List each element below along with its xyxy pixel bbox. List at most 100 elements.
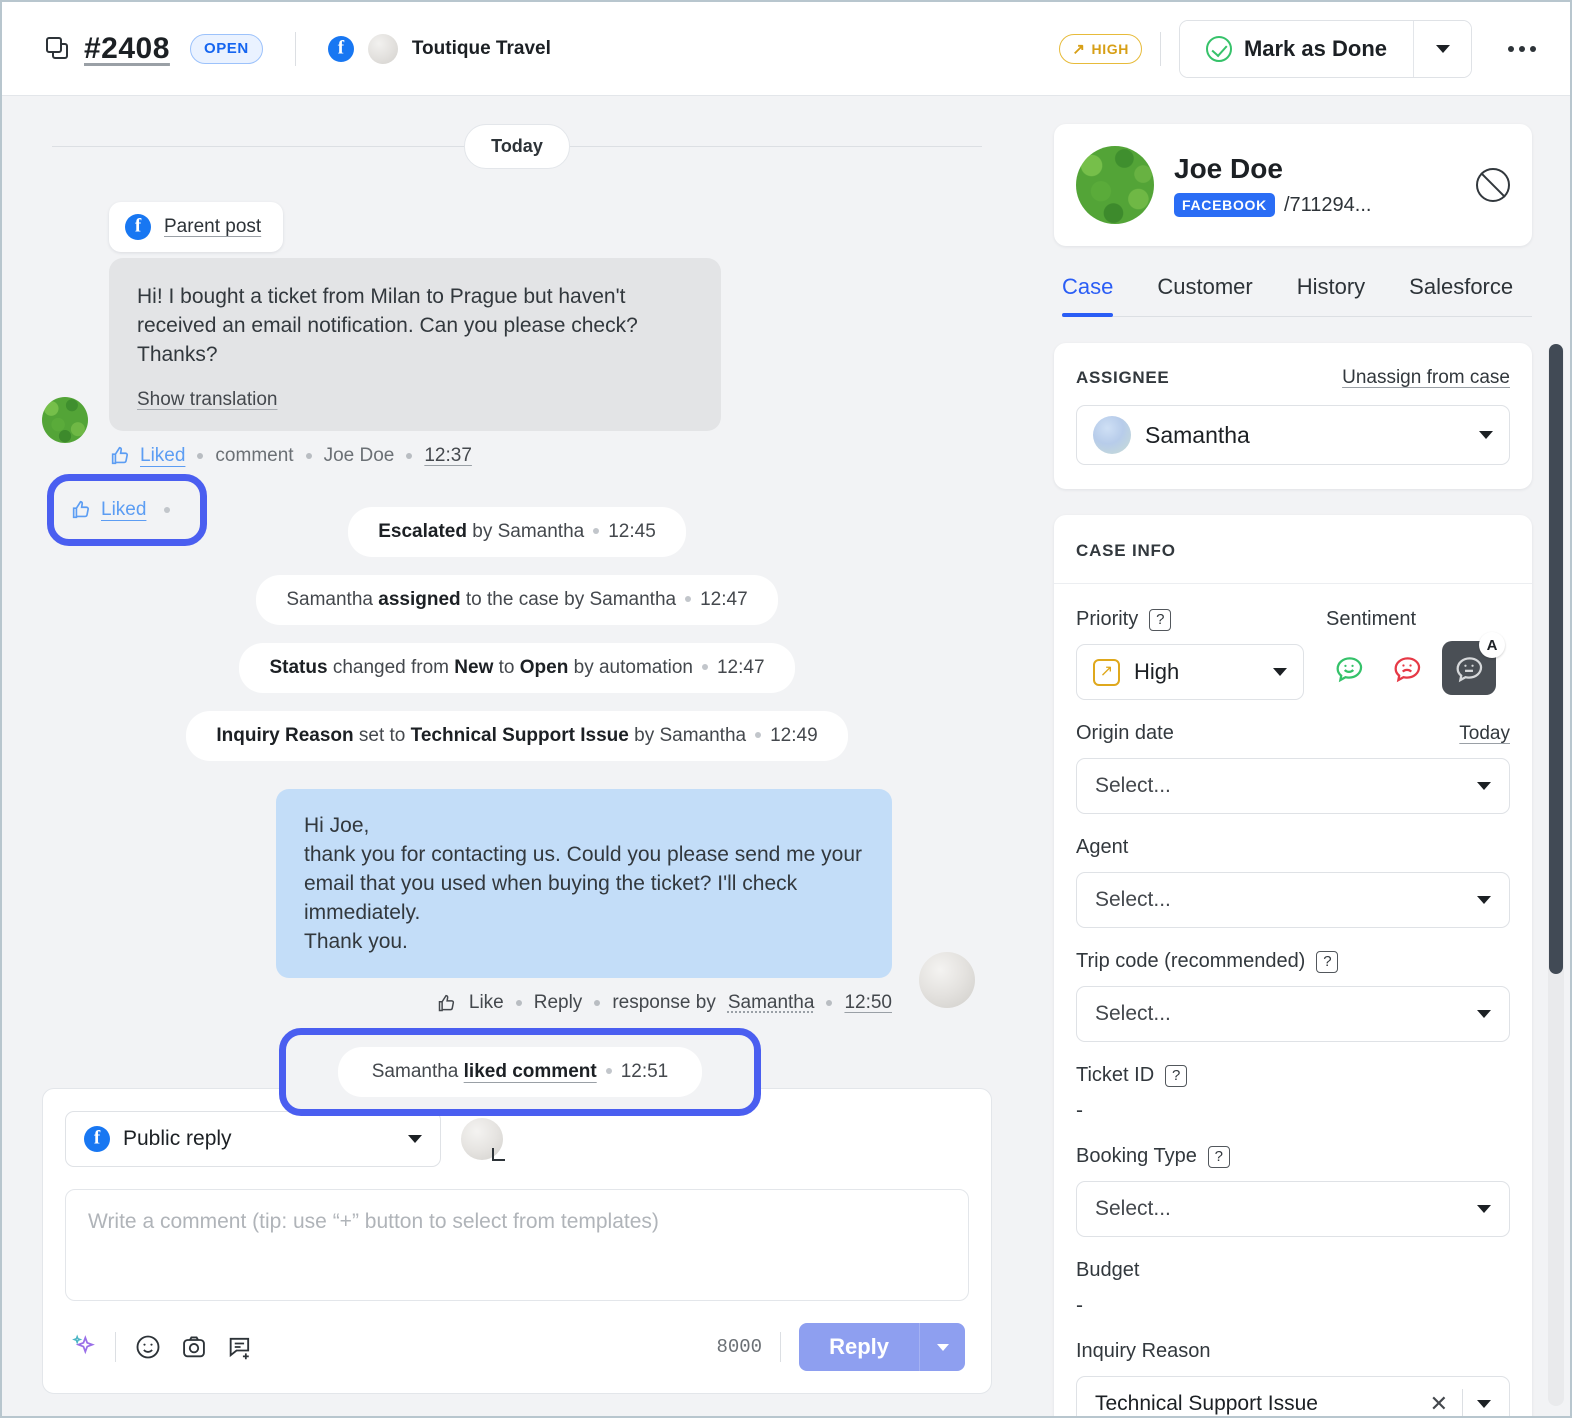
mark-as-done-button[interactable]: Mark as Done [1180,21,1413,77]
highlight-liked-button: Liked [47,474,207,546]
response-by-label: response by [612,992,716,1014]
trip-code-label: Trip code (recommended) [1076,950,1305,973]
help-icon[interactable]: ? [1149,609,1171,631]
header-left-group: #2408 OPEN Toutique Travel [46,32,551,66]
parent-post-label: Parent post [164,216,261,238]
help-icon[interactable]: ? [1316,951,1338,973]
system-event-row: Inquiry Reason set to Technical Support … [42,711,992,761]
chevron-down-icon [937,1344,949,1351]
neutral-face-icon[interactable]: A [1442,641,1496,695]
facebook-icon [84,1126,110,1152]
agent-value: Select... [1095,888,1477,912]
outbound-meta: Like Reply response by Samantha 12:50 [42,992,892,1014]
unassign-from-case-link[interactable]: Unassign from case [1342,367,1510,389]
ai-magic-icon[interactable] [69,1333,97,1361]
emoji-icon[interactable] [134,1333,162,1361]
channel-select[interactable]: Public reply [65,1111,441,1167]
avatar [1093,416,1131,454]
thumbs-up-icon [70,499,92,521]
platform-badge: FACEBOOK [1174,193,1275,217]
budget-value: - [1076,1294,1510,1318]
priority-badge[interactable]: ↗ HIGH [1059,34,1142,64]
agent-label: Agent [1076,836,1128,859]
customer-name: Joe Doe [1174,153,1371,185]
block-icon[interactable] [1476,168,1510,202]
field-agent: Agent Select... [1076,836,1510,928]
agent-select[interactable]: Select... [1076,872,1510,928]
inbound-timestamp[interactable]: 12:37 [424,445,472,467]
reply-button[interactable]: Reply [799,1323,919,1371]
priority-select[interactable]: ↗ High [1076,644,1304,700]
facebook-icon [328,36,354,62]
chevron-down-icon [408,1135,422,1143]
chevron-down-icon [1477,896,1491,904]
tab-case[interactable]: Case [1062,274,1113,316]
comment-input[interactable]: Write a comment (tip: use “+” button to … [65,1189,969,1301]
trip-code-select[interactable]: Select... [1076,986,1510,1042]
attach-image-icon[interactable] [180,1333,208,1361]
inquiry-reason-label-row: Inquiry Reason [1076,1340,1510,1363]
case-info-card: CASE INFO Priority ? ↗ High [1054,515,1532,1416]
details-scrollbar-track[interactable] [1548,344,1564,1406]
inbound-bubble: Hi! I bought a ticket from Milan to Prag… [109,258,721,431]
inbound-author: Joe Doe [324,445,395,467]
meta-dot [516,1000,522,1006]
more-options-icon[interactable] [1498,40,1546,58]
meta-dot [594,1000,600,1006]
template-icon[interactable] [226,1333,254,1361]
system-event: Escalated by Samantha12:45 [348,507,686,557]
booking-type-select[interactable]: Select... [1076,1181,1510,1237]
field-inquiry-reason: Inquiry Reason Technical Support Issue ✕ [1076,1340,1510,1416]
details-tabs: Case Customer History Salesforce [1062,274,1532,317]
reply-action[interactable]: Reply [534,992,583,1014]
outbound-author[interactable]: Samantha [728,992,815,1014]
help-icon[interactable]: ? [1165,1065,1187,1087]
origin-date-value: Select... [1095,774,1477,798]
liked-label: Liked [101,499,146,521]
origin-date-label: Origin date [1076,722,1174,745]
system-event-time: 12:47 [717,657,765,678]
ticket-id-value: - [1076,1099,1510,1123]
like-action[interactable]: Like [469,992,504,1014]
positive-face-icon[interactable] [1326,645,1372,691]
origin-date-label-row: Origin date Today [1076,722,1510,745]
details-scrollbar-thumb[interactable] [1549,344,1563,974]
tab-customer[interactable]: Customer [1157,274,1252,316]
budget-label-row: Budget [1076,1259,1510,1282]
copy-icon[interactable] [46,37,70,61]
meta-dot [406,453,412,459]
system-event: Status changed from New to Open by autom… [239,643,794,693]
assignee-header: ASSIGNEE Unassign from case [1076,367,1510,389]
comment-action-label[interactable]: comment [215,445,293,467]
assignee-select[interactable]: Samantha [1076,405,1510,465]
system-event-text: Inquiry Reason set to Technical Support … [216,725,746,746]
parent-post-chip[interactable]: Parent post [109,202,283,252]
arrow-up-right-icon: ↗ [1072,40,1085,58]
comment-input-placeholder: Write a comment (tip: use “+” button to … [88,1210,659,1233]
negative-face-icon[interactable] [1384,645,1430,691]
outbound-bubble: Hi Joe, thank you for contacting us. Cou… [276,789,892,978]
inquiry-reason-select[interactable]: Technical Support Issue ✕ [1076,1376,1510,1416]
mark-as-done-dropdown[interactable] [1413,21,1471,77]
liked-button[interactable]: Liked [109,445,185,467]
system-event-text: Escalated by Samantha [378,521,584,542]
thumbs-up-icon[interactable] [436,993,457,1014]
outbound-timestamp[interactable]: 12:50 [844,992,892,1014]
reply-dropdown[interactable] [919,1323,965,1371]
origin-date-select[interactable]: Select... [1076,758,1510,814]
origin-date-today-link[interactable]: Today [1459,723,1510,745]
inquiry-reason-value: Technical Support Issue [1095,1392,1430,1416]
liked-button-highlighted[interactable]: Liked [54,499,170,521]
tab-history[interactable]: History [1297,274,1365,316]
tab-salesforce[interactable]: Salesforce [1409,274,1513,316]
day-divider: Today [42,120,992,172]
help-icon[interactable]: ? [1208,1146,1230,1168]
mark-as-done-group: Mark as Done [1179,20,1472,78]
details-panel: Joe Doe FACEBOOK /711294... Case Custome… [1028,96,1570,1416]
assignee-card: ASSIGNEE Unassign from case Samantha [1054,343,1532,489]
clear-icon[interactable]: ✕ [1430,1391,1448,1416]
show-translation-link[interactable]: Show translation [137,389,277,411]
ticket-number[interactable]: #2408 [84,32,170,66]
mark-as-done-label: Mark as Done [1244,36,1387,62]
liked-comment-action: liked comment [464,1061,597,1082]
